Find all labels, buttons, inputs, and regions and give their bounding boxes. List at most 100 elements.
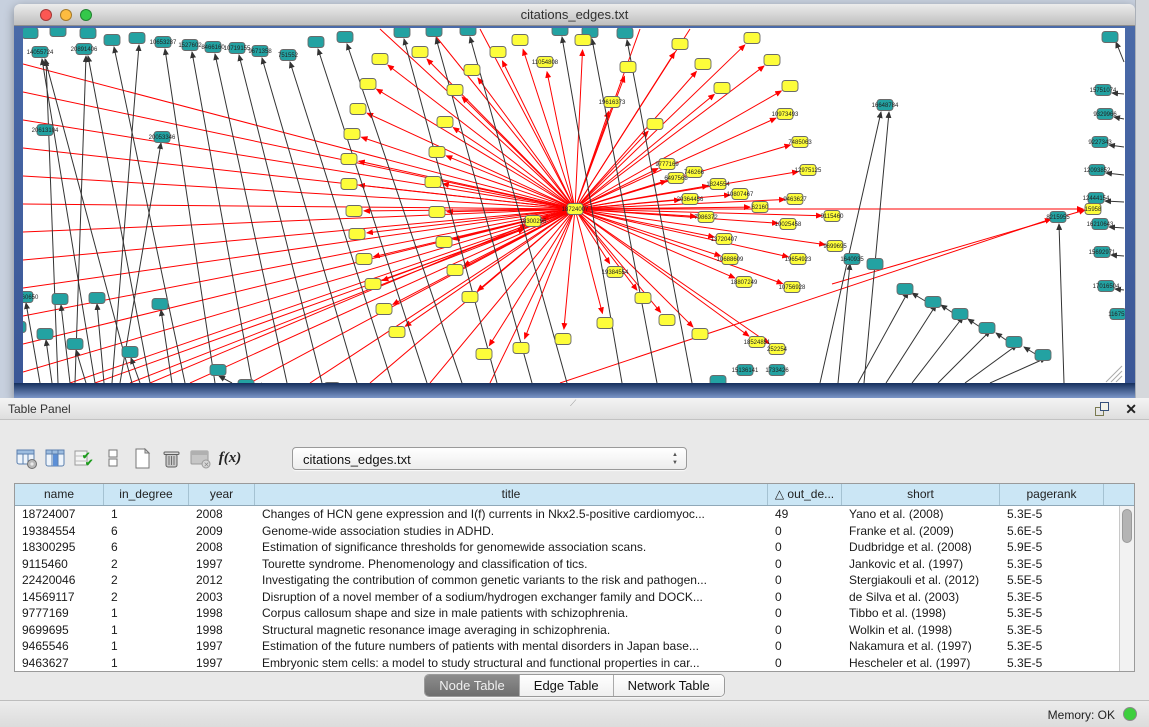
graph-node[interactable]	[346, 206, 362, 217]
graph-node[interactable]	[67, 339, 83, 350]
graph-node[interactable]	[412, 47, 428, 58]
column-header-year[interactable]: year	[189, 484, 255, 505]
new-table-icon[interactable]	[130, 446, 156, 472]
graph-node[interactable]	[152, 299, 168, 310]
view-resize-grip[interactable]	[1111, 371, 1122, 382]
tab-network-table[interactable]: Network Table	[614, 675, 724, 696]
graph-node[interactable]	[597, 318, 613, 329]
graph-node[interactable]	[80, 28, 96, 39]
column-header-pagerank[interactable]: pagerank	[1000, 484, 1104, 505]
graph-node[interactable]	[710, 376, 726, 384]
graph-node[interactable]	[1035, 350, 1051, 361]
column-header-short[interactable]: short	[842, 484, 1000, 505]
graph-node[interactable]	[575, 35, 591, 46]
graph-node[interactable]	[555, 334, 571, 345]
table-row[interactable]: 911546021997Tourette syndrome. Phenomeno…	[15, 556, 1134, 573]
graph-node[interactable]	[122, 347, 138, 358]
graph-node[interactable]	[308, 37, 324, 48]
graph-node[interactable]	[447, 265, 463, 276]
graph-node[interactable]	[979, 323, 995, 334]
graph-node[interactable]	[695, 59, 711, 70]
tab-node-table[interactable]: Node Table	[425, 675, 520, 696]
graph-node[interactable]	[372, 54, 388, 65]
table-row[interactable]: 969969511998Structural magnetic resonanc…	[15, 622, 1134, 639]
float-panel-icon[interactable]	[1095, 402, 1109, 416]
panel-resize-grip[interactable]: ⟋	[570, 398, 576, 409]
table-scrollbar-thumb[interactable]	[1122, 509, 1132, 543]
graph-node[interactable]	[897, 284, 913, 295]
graph-node[interactable]	[867, 259, 883, 270]
function-builder-icon[interactable]: f(x)	[217, 446, 243, 472]
graph-node[interactable]	[23, 28, 38, 39]
column-header-name[interactable]: name	[15, 484, 104, 505]
view-resize-grip[interactable]	[1116, 376, 1122, 382]
graph-node[interactable]	[37, 329, 53, 340]
table-row[interactable]: 2242004622012Investigating the contribut…	[15, 572, 1134, 589]
graph-node[interactable]	[52, 294, 68, 305]
graph-node[interactable]	[513, 343, 529, 354]
graph-node[interactable]	[437, 117, 453, 128]
table-row[interactable]: 1830029562008Estimation of significance …	[15, 539, 1134, 556]
graph-node[interactable]	[429, 207, 445, 218]
graph-node[interactable]	[617, 28, 633, 39]
graph-node[interactable]	[1102, 32, 1118, 43]
column-header-title[interactable]: title	[255, 484, 768, 505]
select-rows-icon[interactable]: ✔✔	[72, 446, 98, 472]
graph-node[interactable]	[210, 365, 226, 376]
network-canvas[interactable]: 1405572420891406106532871527602846616010…	[23, 28, 1125, 383]
graph-node[interactable]	[436, 237, 452, 248]
graph-node[interactable]	[23, 322, 26, 333]
graph-node[interactable]	[389, 327, 405, 338]
row-height-icon[interactable]	[101, 446, 127, 472]
graph-node[interactable]	[782, 81, 798, 92]
graph-node[interactable]	[344, 129, 360, 140]
graph-node[interactable]	[476, 349, 492, 360]
graph-node[interactable]	[952, 309, 968, 320]
graph-node[interactable]	[447, 85, 463, 96]
graph-node[interactable]	[744, 33, 760, 44]
table-row[interactable]: 1872400712008Changes of HCN gene express…	[15, 506, 1134, 523]
table-row[interactable]: 1456911722003Disruption of a novel membe…	[15, 589, 1134, 606]
delete-table-icon[interactable]: ✕	[188, 446, 214, 472]
graph-node[interactable]	[360, 79, 376, 90]
window-titlebar[interactable]: citations_edges.txt	[14, 4, 1135, 26]
table-scrollbar[interactable]	[1119, 506, 1134, 671]
graph-node[interactable]	[464, 65, 480, 76]
graph-node[interactable]	[429, 147, 445, 158]
graph-node[interactable]	[659, 315, 675, 326]
graph-node[interactable]	[104, 35, 120, 46]
graph-node[interactable]	[925, 297, 941, 308]
table-row[interactable]: 946362711997Embryonic stem cells: a mode…	[15, 655, 1134, 672]
tab-edge-table[interactable]: Edge Table	[520, 675, 614, 696]
column-header-in_degree[interactable]: in_degree	[104, 484, 189, 505]
graph-node[interactable]	[620, 62, 636, 73]
graph-node[interactable]	[1006, 337, 1022, 348]
graph-node[interactable]	[89, 293, 105, 304]
graph-node[interactable]	[460, 28, 476, 36]
graph-node[interactable]	[394, 28, 410, 38]
graph-node[interactable]	[365, 279, 381, 290]
show-columns-icon[interactable]	[43, 446, 69, 472]
delete-rows-icon[interactable]	[159, 446, 185, 472]
table-settings-icon[interactable]	[14, 446, 40, 472]
graph-node[interactable]	[350, 104, 366, 115]
table-row[interactable]: 977716911998Corpus callosum shape and si…	[15, 605, 1134, 622]
graph-node[interactable]	[672, 39, 688, 50]
table-selector[interactable]: citations_edges.txt ▲▼	[292, 447, 687, 470]
graph-node[interactable]	[714, 83, 730, 94]
graph-node[interactable]	[692, 329, 708, 340]
table-row[interactable]: 1938455462009Genome-wide association stu…	[15, 523, 1134, 540]
graph-node[interactable]	[462, 292, 478, 303]
graph-node[interactable]	[490, 47, 506, 58]
graph-node[interactable]	[337, 32, 353, 43]
graph-node[interactable]	[341, 154, 357, 165]
graph-node[interactable]	[356, 254, 372, 265]
column-header-out_de[interactable]: △ out_de...	[768, 484, 842, 505]
graph-node[interactable]	[425, 177, 441, 188]
graph-node[interactable]	[426, 28, 442, 37]
graph-node[interactable]	[341, 179, 357, 190]
graph-node[interactable]	[349, 229, 365, 240]
graph-node[interactable]	[512, 35, 528, 46]
graph-node[interactable]	[552, 28, 568, 36]
graph-node[interactable]	[764, 55, 780, 66]
